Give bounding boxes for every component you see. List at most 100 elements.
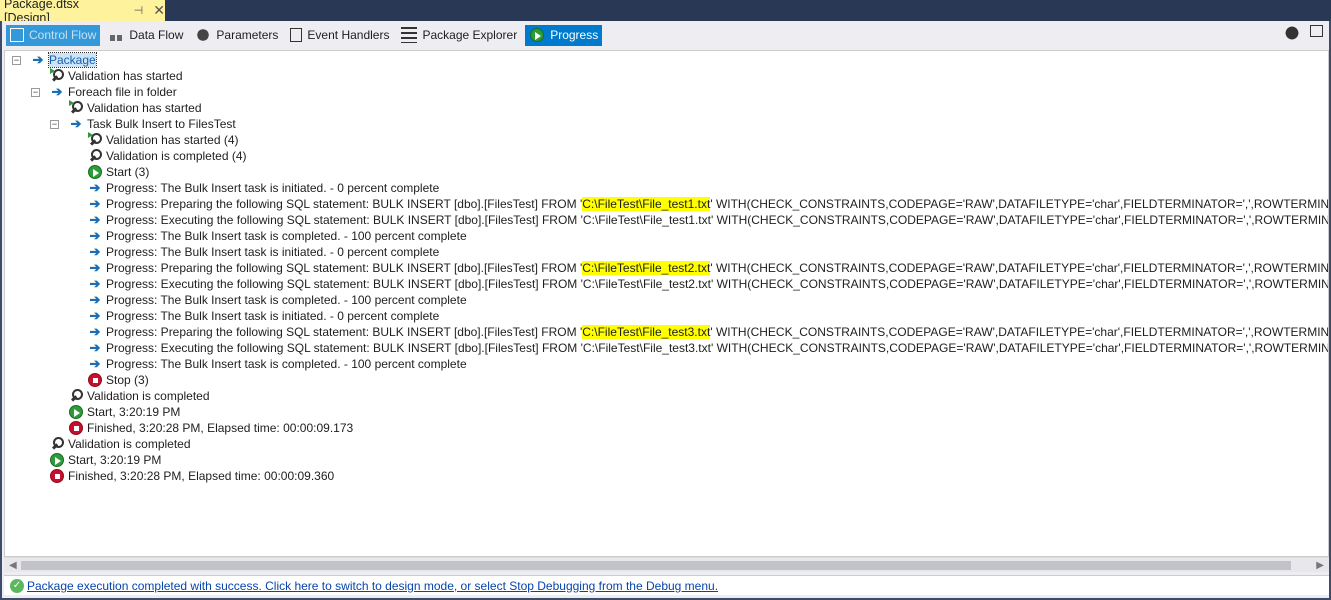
tree-item-text: Progress: Preparing the following SQL st… xyxy=(106,325,1329,339)
stop-icon xyxy=(69,421,83,435)
arrow-icon: ➔ xyxy=(89,180,101,195)
arrow-icon: ➔ xyxy=(89,308,101,323)
progress-icon xyxy=(530,28,545,42)
start-icon xyxy=(69,405,83,419)
tree-item[interactable]: ➔ Progress: The Bulk Insert task is initi… xyxy=(87,180,440,196)
tree-item-text: Progress: Executing the following SQL st… xyxy=(106,341,1328,355)
toolbar-right xyxy=(1284,25,1323,41)
validation-started-icon xyxy=(49,68,65,84)
tree-item[interactable]: Validation has started xyxy=(49,68,183,84)
tree-item[interactable]: ➔ Progress: The Bulk Insert task is compl… xyxy=(87,356,467,372)
tree-item[interactable]: ➔ Progress: Preparing the following SQL s… xyxy=(87,260,1328,276)
tree-item[interactable]: Stop (3) xyxy=(87,372,149,388)
arrow-icon: ➔ xyxy=(89,356,101,371)
tree-item-text: Progress: The Bulk Insert task is initia… xyxy=(106,181,439,195)
item-text: Validation has started xyxy=(68,69,183,83)
tab-data-flow[interactable]: Data Flow xyxy=(104,25,187,46)
tree-item[interactable]: Validation is completed xyxy=(49,436,191,452)
tree-item[interactable]: Validation is completed xyxy=(68,388,210,404)
pin-icon[interactable]: ⊣ xyxy=(134,4,144,17)
tree-item[interactable]: ➔ Package xyxy=(30,52,97,68)
tab-parameters[interactable]: Parameters xyxy=(191,25,282,46)
tree-item-text: Foreach file in folder xyxy=(68,85,177,99)
tree-item-text: Start, 3:20:19 PM xyxy=(68,453,161,467)
item-text: Progress: Preparing the following SQL st… xyxy=(106,325,583,339)
tab-package-explorer[interactable]: Package Explorer xyxy=(397,25,521,46)
tree-item[interactable]: ➔ Progress: Preparing the following SQL s… xyxy=(87,324,1329,340)
arrow-icon: ➔ xyxy=(32,52,44,67)
document-tab[interactable]: Package.dtsx [Design] ⊣ ✕ xyxy=(0,0,165,25)
tree-item[interactable]: Start, 3:20:19 PM xyxy=(49,452,161,468)
tab-event-handlers[interactable]: Event Handlers xyxy=(286,25,393,46)
tree-item[interactable]: ➔ Progress: The Bulk Insert task is initi… xyxy=(87,244,440,260)
item-text: Progress: Preparing the following SQL st… xyxy=(106,197,583,211)
collapse-toggle[interactable]: − xyxy=(12,56,21,65)
arrow-icon: ➔ xyxy=(51,84,63,99)
data-flow-icon xyxy=(108,27,125,43)
scroll-left-icon[interactable]: ◀ xyxy=(9,558,17,573)
tree-item[interactable]: ➔ Progress: Executing the following SQL s… xyxy=(87,276,1329,292)
document-tab-bar: Package.dtsx [Design] ⊣ ✕ xyxy=(0,0,1331,25)
package-icon[interactable] xyxy=(1284,25,1300,41)
package-explorer-icon xyxy=(401,27,418,43)
tree-item[interactable]: ➔ Progress: The Bulk Insert task is compl… xyxy=(87,292,467,308)
item-text: Progress: The Bulk Insert task is comple… xyxy=(106,357,467,371)
item-text: Progress: The Bulk Insert task is comple… xyxy=(106,293,467,307)
item-text: Progress: Executing the following SQL st… xyxy=(106,213,1329,227)
control-flow-icon xyxy=(10,28,24,42)
tree-item-text: Validation is completed (4) xyxy=(106,149,247,163)
item-text: Validation is completed xyxy=(68,437,191,451)
parameters-icon xyxy=(195,27,212,43)
tree-item[interactable]: ➔ Foreach file in folder xyxy=(49,84,177,100)
validation-started-icon xyxy=(87,132,103,148)
tab-label: Event Handlers xyxy=(307,28,390,42)
item-text-rest: ' WITH(CHECK_CONSTRAINTS,CODEPAGE='RAW',… xyxy=(710,197,1329,211)
tree-item-text: Start, 3:20:19 PM xyxy=(87,405,180,419)
arrow-icon: ➔ xyxy=(89,324,101,339)
tree-item[interactable]: ➔ Progress: Executing the following SQL s… xyxy=(87,340,1328,356)
horizontal-scrollbar[interactable]: ◀ ▶ xyxy=(4,557,1329,572)
item-text: Progress: The Bulk Insert task is initia… xyxy=(106,181,440,195)
tree-item[interactable]: Finished, 3:20:28 PM, Elapsed time: 00:0… xyxy=(68,420,353,436)
status-bar: ✓ Package execution completed with succe… xyxy=(4,575,1329,595)
stop-icon xyxy=(50,469,64,483)
tree-item-text: Validation is completed xyxy=(87,389,210,403)
zoom-table-icon[interactable] xyxy=(1310,25,1323,37)
tree-item[interactable]: Validation is completed (4) xyxy=(87,148,247,164)
item-text: Finished, 3:20:28 PM, Elapsed time: 00:0… xyxy=(87,421,354,435)
arrow-icon: ➔ xyxy=(89,260,101,275)
item-text: Progress: Executing the following SQL st… xyxy=(106,277,1329,291)
tree-item-text: Finished, 3:20:28 PM, Elapsed time: 00:0… xyxy=(68,469,334,483)
tab-progress[interactable]: Progress xyxy=(525,24,603,46)
tree-item-text: Progress: The Bulk Insert task is comple… xyxy=(106,229,467,243)
tree-item[interactable]: Validation has started (4) xyxy=(87,132,239,148)
scrollbar-thumb[interactable] xyxy=(21,561,1291,570)
item-text: Package xyxy=(49,53,96,67)
item-text: Finished, 3:20:28 PM, Elapsed time: 00:0… xyxy=(68,469,335,483)
collapse-toggle[interactable]: − xyxy=(31,88,40,97)
close-icon[interactable]: ✕ xyxy=(153,2,165,19)
tree-item[interactable]: Start (3) xyxy=(87,164,149,180)
tab-control-flow[interactable]: Control Flow xyxy=(6,24,101,46)
tree-item[interactable]: ➔ Progress: The Bulk Insert task is compl… xyxy=(87,228,467,244)
item-text: Progress: The Bulk Insert task is initia… xyxy=(106,245,440,259)
validation-completed-icon xyxy=(68,388,84,404)
tree-item[interactable]: Start, 3:20:19 PM xyxy=(68,404,180,420)
tree-item[interactable]: ➔ Progress: Preparing the following SQL s… xyxy=(87,196,1329,212)
tree-item-text: Progress: Preparing the following SQL st… xyxy=(106,197,1329,211)
switch-to-design-link[interactable]: Package execution completed with success… xyxy=(27,579,718,593)
tree-item[interactable]: ➔ Progress: The Bulk Insert task is initi… xyxy=(87,308,440,324)
designer-frame: Control Flow Data Flow Parameters Event … xyxy=(0,21,1331,600)
tree-item-text: Progress: Preparing the following SQL st… xyxy=(106,261,1328,275)
scroll-right-icon[interactable]: ▶ xyxy=(1316,558,1324,573)
item-text: Start, 3:20:19 PM xyxy=(87,405,181,419)
tree-item[interactable]: Validation has started xyxy=(68,100,202,116)
tree-item-text: Validation has started (4) xyxy=(106,133,239,147)
tree-item[interactable]: ➔ Task Bulk Insert to FilesTest xyxy=(68,116,236,132)
progress-tree[interactable]: − ➔ Package Validation has started − ➔ Foreach… xyxy=(4,50,1329,557)
arrow-icon: ➔ xyxy=(89,244,101,259)
collapse-toggle[interactable]: − xyxy=(50,120,59,129)
tree-item[interactable]: ➔ Progress: Executing the following SQL s… xyxy=(87,212,1329,228)
item-text-rest: ' WITH(CHECK_CONSTRAINTS,CODEPAGE='RAW',… xyxy=(710,325,1329,339)
tree-item[interactable]: Finished, 3:20:28 PM, Elapsed time: 00:0… xyxy=(49,468,334,484)
